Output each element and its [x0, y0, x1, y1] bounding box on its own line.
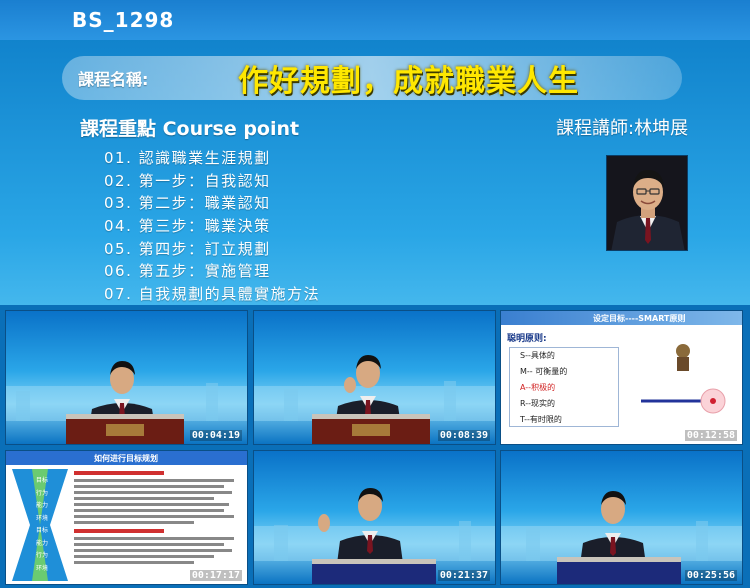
- speaker-scene-icon: [254, 488, 495, 584]
- instructor-portrait: [606, 155, 688, 251]
- instructor-photo-icon: [607, 156, 687, 250]
- smart-item: R--现实的: [520, 399, 556, 408]
- video-thumbnail[interactable]: 00:25:56: [500, 450, 743, 585]
- goal-step: 行为: [36, 552, 49, 559]
- outline-item: 02. 第一步：自我認知: [104, 171, 271, 190]
- speaker-scene-icon: [254, 355, 495, 444]
- video-timestamp: 00:12:58: [684, 430, 737, 441]
- video-thumbnail[interactable]: 00:08:39: [253, 310, 496, 445]
- goal-steps: 目标 行为 能力 环境 目标 能力 行为 环境: [36, 475, 48, 575]
- smart-item: M-- 可衡量的: [520, 367, 568, 376]
- course-outline: 01. 認識職業生涯規劃 02. 第一步：自我認知 03. 第二步：職業認知 0…: [104, 147, 320, 306]
- smart-item: T--有时限的: [520, 415, 562, 424]
- outline-item: 07. 自我規劃的具體實施方法: [104, 285, 321, 304]
- video-thumbnails: 00:04:19 00:08:39 设定目标----SMART原则 聪明原则: …: [0, 305, 750, 588]
- goal-step: 目标: [36, 477, 49, 484]
- outline-item: 03. 第二步：職業認知: [104, 194, 271, 213]
- video-timestamp: 00:08:39: [437, 430, 490, 441]
- goal-step: 环境: [36, 564, 49, 572]
- course-point-heading: 課程重點 Course point: [80, 118, 300, 140]
- video-timestamp: 00:04:19: [189, 430, 242, 441]
- video-thumbnail[interactable]: 如何进行目标规划 目标 行为 能力 环境 目标 能力 行为 环境 00:17:1…: [5, 450, 248, 585]
- slide-box-title: 聪明原则:: [507, 334, 547, 344]
- instructor-label: 課程講師:林坤展: [556, 118, 689, 139]
- course-title: 作好規劃，成就職業人生: [238, 64, 579, 99]
- slide-title: 如何进行目标规划: [94, 454, 158, 463]
- speaker-scene-icon: [501, 491, 742, 584]
- target-arrow-icon: [641, 344, 726, 414]
- video-timestamp: 00:25:56: [684, 570, 737, 581]
- outline-item: 01. 認識職業生涯規劃: [104, 149, 271, 167]
- goal-step: 能力: [36, 539, 49, 547]
- video-thumbnail[interactable]: 00:21:37: [253, 450, 496, 585]
- smart-list-box: S--具体的 M-- 可衡量的 A--积极的 R--现实的 T--有时限的: [509, 347, 619, 427]
- speaker-scene-icon: [6, 361, 247, 444]
- slide-text-lines-icon: [74, 471, 234, 564]
- outline-item: 06. 第五步：實施管理: [104, 262, 271, 281]
- video-thumbnail[interactable]: 设定目标----SMART原则 聪明原则: S--具体的 M-- 可衡量的 A-…: [500, 310, 743, 445]
- video-timestamp: 00:21:37: [437, 570, 490, 581]
- smart-item: S--具体的: [520, 351, 555, 360]
- goal-step: 能力: [36, 502, 49, 509]
- video-timestamp: 00:17:17: [189, 570, 242, 581]
- outline-item: 04. 第三步：職業決策: [104, 217, 271, 236]
- video-thumbnail[interactable]: 00:04:19: [5, 310, 248, 445]
- course-name-label: 課程名稱:: [78, 70, 149, 89]
- goal-step: 行为: [36, 489, 49, 497]
- slide-title: 设定目标----SMART原则: [593, 314, 686, 323]
- outline-item: 05. 第四步：訂立規劃: [104, 239, 271, 258]
- smart-item: A--积极的: [520, 383, 556, 392]
- goal-step: 目标: [36, 527, 49, 534]
- goal-step: 环境: [36, 514, 49, 522]
- course-code: BS_1298: [72, 8, 175, 32]
